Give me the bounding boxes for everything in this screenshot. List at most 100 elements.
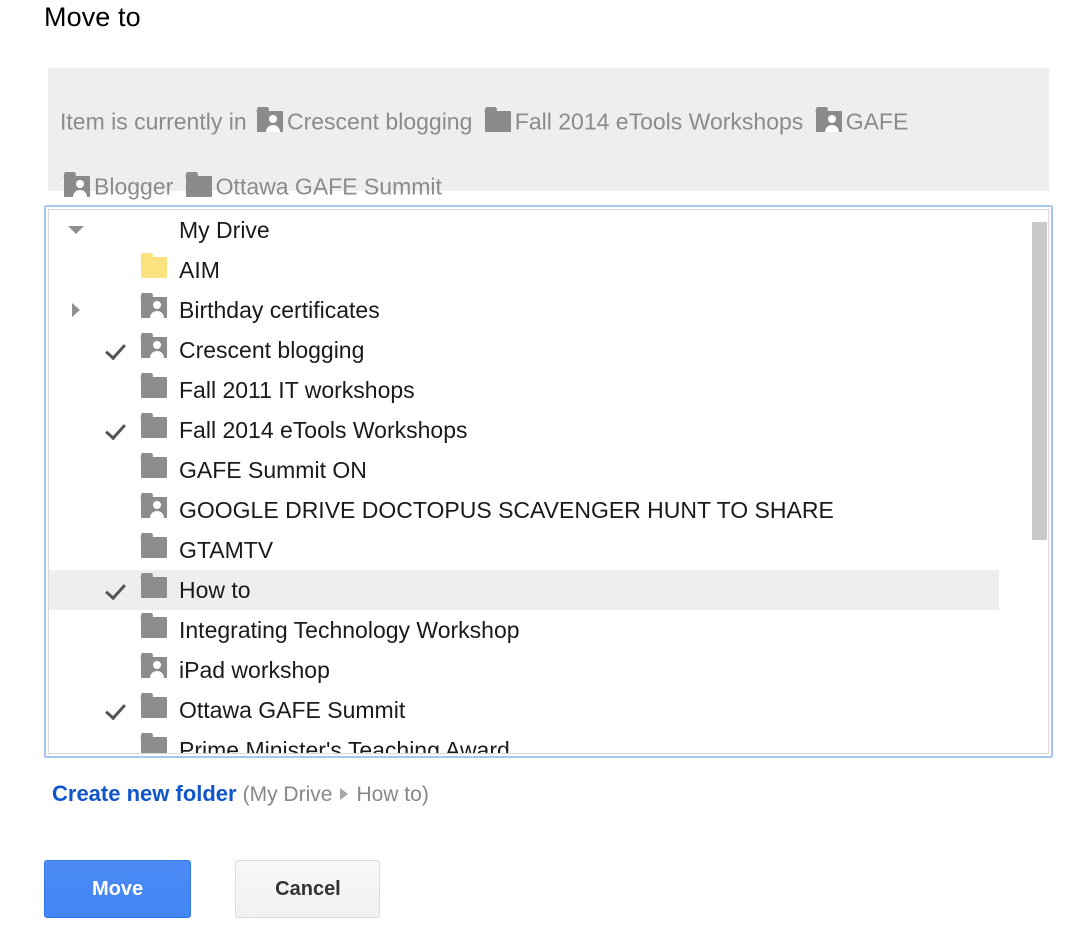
dialog-actions: Move Cancel <box>44 860 381 918</box>
shared-folder-icon <box>141 496 167 524</box>
tree-row-icon <box>137 456 175 484</box>
folder-icon <box>141 696 167 724</box>
tree-row[interactable]: Crescent blogging <box>49 330 999 370</box>
tree-row-check <box>99 700 137 720</box>
location-crumb: Blogger <box>60 172 174 200</box>
tree-row-icon <box>137 496 175 524</box>
tree-row-icon <box>137 336 175 364</box>
folder-icon <box>141 376 167 404</box>
folder-icon <box>141 736 167 753</box>
person-glyph-icon <box>150 300 164 318</box>
folder-icon <box>484 94 511 155</box>
tree-scrollbar-thumb[interactable] <box>1032 222 1047 540</box>
breadcrumb-leaf: How to <box>356 783 422 806</box>
check-icon <box>108 700 128 720</box>
folder-icon-yellow <box>141 256 167 284</box>
folder-tree-list[interactable]: My Drive AIM Birthday certificates Crescent… <box>49 210 1048 754</box>
location-crumb-label: Blogger <box>94 173 174 200</box>
current-location-bar: Item is currently in Crescent blogging F… <box>48 68 1049 199</box>
tree-row[interactable]: How to <box>49 570 999 610</box>
breadcrumb-open-paren: ( <box>242 783 250 806</box>
shared-folder-icon <box>257 94 283 155</box>
chevron-right-icon[interactable] <box>72 303 80 317</box>
tree-row-check <box>99 580 137 600</box>
tree-row-label: GAFE Summit ON <box>179 456 367 483</box>
location-crumb: GAFE <box>812 107 909 135</box>
folder-icon <box>141 456 167 484</box>
move-to-dialog: Move to Item is currently in Crescent bl… <box>0 0 1066 926</box>
tree-row[interactable]: Birthday certificates <box>49 290 999 330</box>
check-icon <box>108 340 128 360</box>
location-crumb: Fall 2014 eTools Workshops <box>481 107 804 135</box>
chevron-down-icon[interactable] <box>68 226 84 234</box>
tree-row-icon <box>137 696 175 724</box>
location-crumb-label: GAFE <box>845 108 909 135</box>
tree-row-icon <box>137 416 175 444</box>
tree-row[interactable]: Prime Minister's Teaching Award <box>49 730 999 754</box>
tree-row-label: Crescent blogging <box>179 336 365 363</box>
tree-row-icon <box>137 256 175 284</box>
tree-row-label: My Drive <box>179 216 270 243</box>
tree-row[interactable]: Ottawa GAFE Summit <box>49 690 999 730</box>
person-glyph-icon <box>150 660 164 678</box>
tree-scrollbar-track[interactable] <box>1028 210 1048 753</box>
folder-icon <box>141 616 167 644</box>
page-title: Move to <box>44 2 141 32</box>
folder-icon <box>141 416 167 444</box>
tree-row-check <box>99 420 137 440</box>
check-icon <box>108 580 128 600</box>
tree-row-label: Ottawa GAFE Summit <box>179 696 406 723</box>
create-new-folder-link[interactable]: Create new folder <box>52 781 237 806</box>
tree-row[interactable]: Fall 2014 eTools Workshops <box>49 410 999 450</box>
tree-row-label: Fall 2011 IT workshops <box>179 376 415 403</box>
tree-row[interactable]: GAFE Summit ON <box>49 450 999 490</box>
cancel-button[interactable]: Cancel <box>235 860 381 918</box>
tree-row[interactable]: Integrating Technology Workshop <box>49 610 999 650</box>
chevron-right-icon <box>340 788 349 800</box>
person-glyph-icon <box>73 180 87 197</box>
create-new-folder-row: Create new folder (My Drive How to) <box>52 781 429 807</box>
shared-folder-icon <box>141 296 167 324</box>
tree-row[interactable]: My Drive <box>49 210 999 250</box>
breadcrumb-close-paren: ) <box>421 783 429 806</box>
location-crumb-label: Ottawa GAFE Summit <box>215 173 442 200</box>
tree-row[interactable]: iPad workshop <box>49 650 999 690</box>
tree-row-icon <box>137 616 175 644</box>
person-glyph-icon <box>824 115 839 132</box>
tree-row[interactable]: GTAMTV <box>49 530 999 570</box>
breadcrumb-root: My Drive <box>249 783 333 806</box>
tree-row[interactable]: Fall 2011 IT workshops <box>49 370 999 410</box>
location-crumb: Ottawa GAFE Summit <box>182 172 442 200</box>
tree-row-label: Integrating Technology Workshop <box>179 616 520 643</box>
location-crumb-label: Fall 2014 eTools Workshops <box>514 108 804 135</box>
tree-row-check <box>99 340 137 360</box>
folder-icon <box>141 536 167 564</box>
shared-folder-icon <box>141 656 167 684</box>
folder-tree-viewport[interactable]: My Drive AIM Birthday certificates Crescent… <box>48 209 1049 754</box>
tree-row[interactable]: AIM <box>49 250 999 290</box>
current-location-prefix: Item is currently in <box>60 108 247 135</box>
tree-row-icon <box>137 736 175 753</box>
tree-toggle-collapsed[interactable] <box>53 303 99 317</box>
tree-row-label: AIM <box>179 256 220 283</box>
check-icon <box>108 420 128 440</box>
tree-row-label: How to <box>179 576 251 603</box>
move-button[interactable]: Move <box>44 860 191 918</box>
tree-row-icon <box>137 536 175 564</box>
tree-row-label: Birthday certificates <box>179 296 380 323</box>
person-glyph-icon <box>150 500 164 518</box>
folder-icon <box>141 576 167 604</box>
tree-row[interactable]: GOOGLE DRIVE DOCTOPUS SCAVENGER HUNT TO … <box>49 490 999 530</box>
shared-folder-icon <box>815 94 842 155</box>
tree-row-label: Prime Minister's Teaching Award <box>179 736 510 754</box>
tree-row-icon <box>137 376 175 404</box>
tree-toggle-expanded[interactable] <box>53 226 99 234</box>
tree-row-label: GOOGLE DRIVE DOCTOPUS SCAVENGER HUNT TO … <box>179 496 834 523</box>
tree-row-icon <box>137 296 175 324</box>
tree-row-label: Fall 2014 eTools Workshops <box>179 416 468 443</box>
shared-folder-icon <box>141 336 167 364</box>
tree-row-label: GTAMTV <box>179 536 274 563</box>
folder-tree-panel[interactable]: My Drive AIM Birthday certificates Crescent… <box>44 205 1053 758</box>
location-crumb: Crescent blogging <box>253 107 472 134</box>
tree-row-icon <box>137 576 175 604</box>
